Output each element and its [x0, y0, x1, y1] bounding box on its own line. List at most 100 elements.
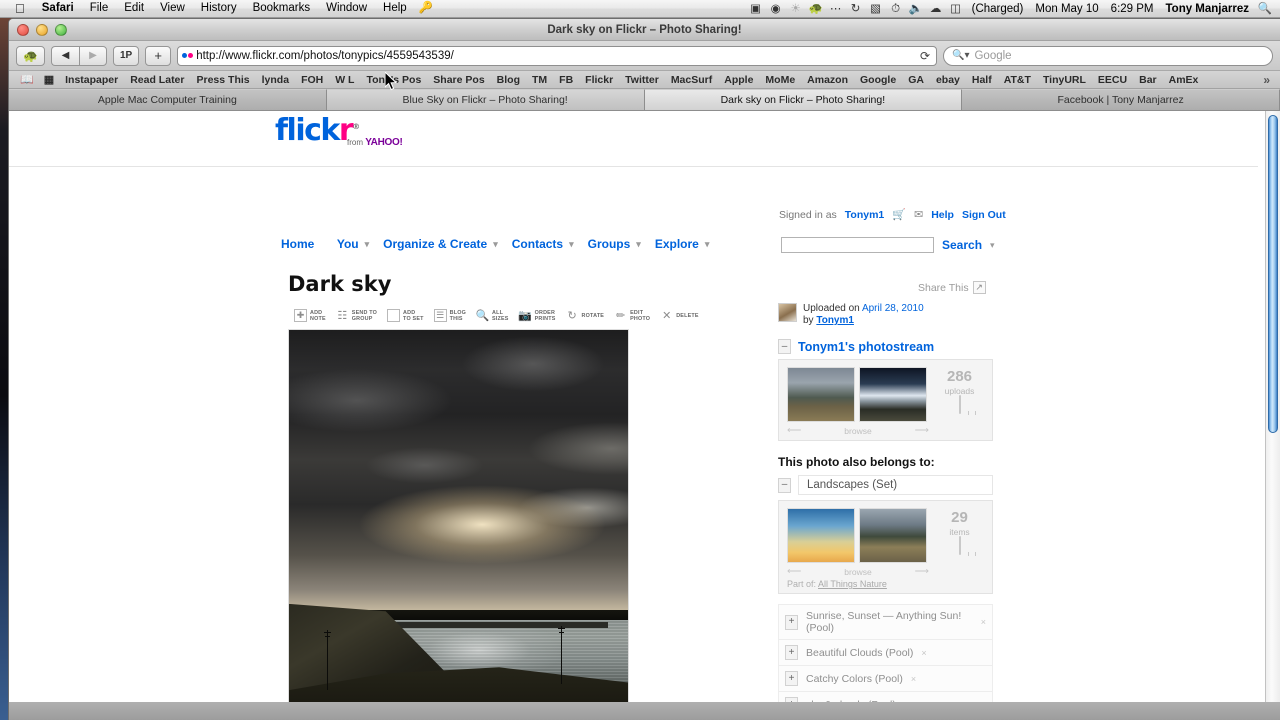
bookmark-att[interactable]: AT&T: [998, 74, 1037, 86]
nav-you[interactable]: You: [337, 237, 365, 251]
bookmark-twitter[interactable]: Twitter: [619, 74, 665, 86]
photo-dark-sky[interactable]: [288, 329, 629, 720]
photostream-prev-arrow-icon[interactable]: ⟵: [787, 425, 801, 436]
set-thumb-2[interactable]: [859, 508, 927, 563]
help-link[interactable]: Help: [931, 209, 954, 221]
add-bookmark-button[interactable]: +: [145, 45, 172, 66]
nav-you-chevron-down-icon[interactable]: ▾: [365, 239, 384, 250]
bookmark-macsurf[interactable]: MacSurf: [665, 74, 718, 86]
send-to-group-button[interactable]: ☷ SEND TO GROUP: [336, 309, 377, 323]
sign-out-link[interactable]: Sign Out: [962, 209, 1006, 221]
key-icon[interactable]: 🔑: [415, 0, 441, 17]
bookmark-fb[interactable]: FB: [553, 74, 579, 86]
set-title[interactable]: Landscapes (Set): [798, 475, 993, 495]
tab-apple-mac-computer-training[interactable]: Apple Mac Computer Training: [9, 89, 327, 110]
evernote-clipper-button[interactable]: 🐢: [16, 45, 45, 66]
bookmark-flickr[interactable]: Flickr: [579, 74, 619, 86]
pool-expand-button[interactable]: +: [785, 614, 798, 630]
bookmark-ga[interactable]: GA: [902, 74, 930, 86]
bookmark-foh[interactable]: FOH: [295, 74, 329, 86]
bookmark-read-later[interactable]: Read Later: [124, 74, 190, 86]
bookmark-press-this[interactable]: Press This: [191, 74, 256, 86]
set-part-of-link[interactable]: All Things Nature: [818, 579, 887, 589]
menu-bookmarks[interactable]: Bookmarks: [245, 0, 319, 17]
cart-icon[interactable]: 🛒: [892, 208, 906, 221]
photostream-browse-label[interactable]: browse: [844, 426, 871, 436]
bookmark-tonys-pos[interactable]: Tony's Pos: [360, 74, 427, 86]
uploaded-by-user[interactable]: Tonym1: [816, 315, 854, 326]
menu-window[interactable]: Window: [318, 0, 375, 17]
set-collapse-button[interactable]: –: [778, 477, 791, 493]
evernote-icon[interactable]: 🐢: [807, 1, 825, 17]
edit-photo-button[interactable]: ✏ EDIT PHOTO: [614, 309, 650, 323]
tab-facebook-tony-manjarrez[interactable]: Facebook | Tony Manjarrez: [962, 89, 1280, 110]
bookmark-blog[interactable]: Blog: [491, 74, 526, 86]
bookmark-amazon[interactable]: Amazon: [801, 74, 854, 86]
nav-groups[interactable]: Groups: [588, 237, 637, 251]
forward-button[interactable]: ▶: [78, 45, 107, 66]
uploaded-date[interactable]: April 28, 2010: [862, 303, 924, 314]
sync-icon[interactable]: ↻: [847, 1, 865, 17]
bookmark-wl[interactable]: W L: [329, 74, 360, 86]
main-photo-container[interactable]: [288, 329, 629, 720]
signed-in-username[interactable]: Tonym1: [845, 209, 884, 221]
menu-edit[interactable]: Edit: [116, 0, 152, 17]
screen-record-icon[interactable]: ▣: [747, 1, 765, 17]
bookmark-instapaper[interactable]: Instapaper: [59, 74, 124, 86]
menu-file[interactable]: File: [82, 0, 117, 17]
bookmark-share-pos[interactable]: Share Pos: [427, 74, 490, 86]
set-slideshow-icon[interactable]: [958, 536, 961, 555]
set-prev-arrow-icon[interactable]: ⟵: [787, 566, 801, 577]
photostream-next-arrow-icon[interactable]: ⟶: [915, 425, 929, 436]
pool-expand-button[interactable]: +: [785, 645, 798, 660]
flickr-search-chevron-down-icon[interactable]: ▾: [990, 240, 1009, 251]
set-browse-label[interactable]: browse: [844, 567, 871, 577]
nav-explore-chevron-down-icon[interactable]: ▾: [705, 239, 724, 250]
pool-remove-icon[interactable]: ×: [911, 674, 916, 684]
bookmark-tm[interactable]: TM: [526, 74, 553, 86]
menu-view[interactable]: View: [152, 0, 193, 17]
menu-help[interactable]: Help: [375, 0, 415, 17]
dropbox-icon[interactable]: ⋯: [827, 1, 845, 17]
photostream-title[interactable]: Tonym1's photostream: [798, 340, 934, 354]
book-icon[interactable]: 📖: [15, 73, 39, 86]
rotate-button[interactable]: ↻ ROTATE: [566, 309, 605, 322]
photostream-thumb-1[interactable]: [787, 367, 855, 422]
flickr-search-input[interactable]: [781, 237, 934, 253]
pool-remove-icon[interactable]: ×: [981, 617, 986, 627]
uploader-avatar[interactable]: [778, 303, 797, 322]
pool-label[interactable]: Catchy Colors (Pool): [806, 673, 903, 685]
add-to-set-button[interactable]: ADD TO SET: [387, 309, 424, 322]
flickr-search-button[interactable]: Search: [942, 238, 982, 252]
nav-contacts[interactable]: Contacts: [512, 237, 569, 251]
slideshow-icon[interactable]: [958, 395, 961, 414]
page-scrollbar[interactable]: ▲ ▼: [1265, 111, 1280, 720]
pool-label[interactable]: Sunrise, Sunset — Anything Sun! (Pool): [806, 610, 973, 634]
bookmark-apple[interactable]: Apple: [718, 74, 759, 86]
bookmark-half[interactable]: Half: [966, 74, 998, 86]
apple-logo-icon[interactable]: : [6, 1, 34, 17]
pool-remove-icon[interactable]: ×: [921, 648, 926, 658]
order-prints-button[interactable]: 📷 ORDER PRINTS: [518, 309, 556, 323]
share-this-button[interactable]: Share This ↗: [918, 281, 986, 294]
photostream-collapse-button[interactable]: –: [778, 339, 791, 354]
bookmarks-overflow-icon[interactable]: »: [1263, 73, 1274, 87]
volume-icon[interactable]: 🔈: [907, 1, 925, 17]
bookmark-mome[interactable]: MoMe: [759, 74, 801, 86]
onepassword-button[interactable]: 1P: [112, 45, 140, 66]
timemachine-icon[interactable]: ⏱: [887, 1, 905, 17]
display-icon[interactable]: ▧: [867, 1, 885, 17]
nav-organize-create[interactable]: Organize & Create: [383, 237, 493, 251]
menu-history[interactable]: History: [193, 0, 245, 17]
scrollbar-thumb[interactable]: [1268, 115, 1278, 433]
tab-blue-sky-on-flickr[interactable]: Blue Sky on Flickr – Photo Sharing!: [326, 89, 645, 110]
mail-icon[interactable]: ✉: [914, 208, 923, 221]
bookmark-tinyurl[interactable]: TinyURL: [1037, 74, 1092, 86]
address-bar[interactable]: http://www.flickr.com/photos/tonypics/45…: [177, 45, 937, 66]
add-note-button[interactable]: ✚ ADD NOTE: [294, 309, 326, 322]
tab-dark-sky-on-flickr[interactable]: Dark sky on Flickr – Photo Sharing!: [644, 89, 963, 110]
globe-icon[interactable]: ☀: [787, 1, 805, 17]
search-field[interactable]: 🔍▾ Google: [943, 45, 1273, 66]
grid-icon[interactable]: ▦: [39, 73, 59, 86]
menu-safari[interactable]: Safari: [34, 0, 82, 17]
